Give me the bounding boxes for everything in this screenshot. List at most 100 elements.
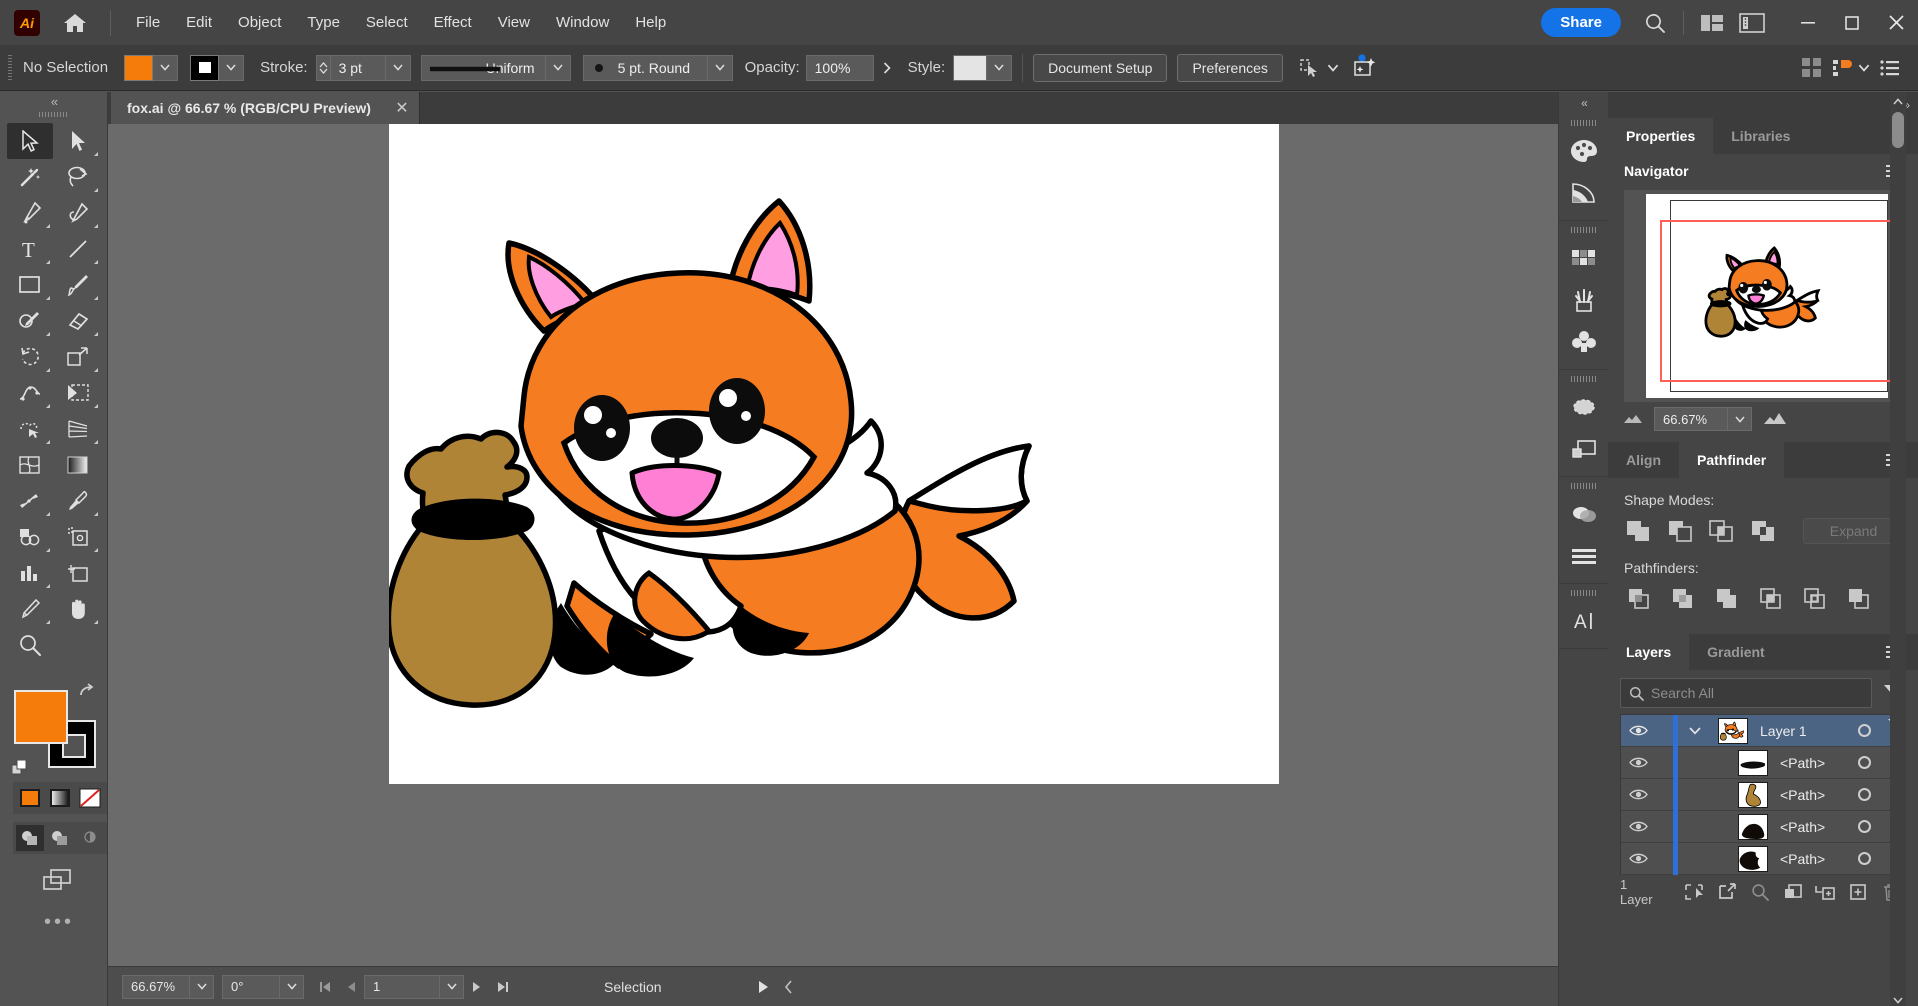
rail-grip-4[interactable] [1570,483,1597,489]
color-panel-icon[interactable] [1559,130,1609,172]
align-grid-icon[interactable] [1792,50,1832,86]
visibility-eye-icon[interactable] [1621,756,1655,769]
navigator-view-proxy[interactable] [1660,220,1902,382]
zoom-out-icon[interactable] [1622,411,1644,428]
menu-file[interactable]: File [123,9,173,36]
eyedropper-tool[interactable] [55,483,101,519]
menu-effect[interactable]: Effect [421,9,485,36]
status-expand-icon[interactable] [776,975,802,999]
layers-search-field[interactable]: Search All [1620,678,1872,708]
previous-artboard-icon[interactable] [338,975,364,999]
first-artboard-icon[interactable] [312,975,338,999]
color-guide-panel-icon[interactable] [1559,172,1609,214]
next-artboard-icon[interactable] [464,975,490,999]
document-tab[interactable]: fox.ai @ 66.67 % (RGB/CPU Preview) ✕ [111,92,420,124]
control-bar-menu-icon[interactable] [1870,50,1910,86]
search-icon[interactable] [1635,5,1675,41]
layers-panel-rail-icon[interactable] [1559,428,1609,470]
tab-align[interactable]: Align [1608,442,1679,478]
rotate-tool[interactable] [7,339,53,375]
artboard-dropdown-icon[interactable] [440,974,464,999]
blend-tool[interactable] [7,483,53,519]
zoom-level-input[interactable]: 66.67% [122,974,190,999]
fill-dropdown-chevron-icon[interactable] [153,54,179,81]
none-fill-button[interactable] [76,785,104,811]
tab-libraries[interactable]: Libraries [1713,118,1808,154]
tools-panel-collapse-icon[interactable]: « [0,92,107,110]
target-circle-icon[interactable] [1858,820,1871,833]
character-panel-icon[interactable]: A [1559,600,1609,642]
navigator-thumbnail[interactable] [1624,190,1902,402]
transparency-panel-icon[interactable] [1559,493,1609,535]
line-segment-tool[interactable] [55,231,101,267]
close-document-icon[interactable]: ✕ [385,92,419,124]
layers-scrollbar[interactable] [1890,92,1906,1006]
default-fill-stroke-icon[interactable] [11,759,30,778]
last-artboard-icon[interactable] [490,975,516,999]
pathfinder-intersect-button[interactable] [1706,516,1738,546]
graphic-style-control[interactable] [953,54,1013,81]
draw-inside-button[interactable] [76,825,104,851]
locate-object-icon[interactable] [1679,878,1710,906]
make-clipping-mask-icon[interactable] [1777,878,1808,906]
create-new-sublayer-icon[interactable] [1810,878,1841,906]
mesh-tool[interactable] [7,447,53,483]
target-circle-icon[interactable] [1858,724,1871,737]
brush-definition-control[interactable]: 5 pt. Round [582,54,733,81]
menu-help[interactable]: Help [622,9,679,36]
artboard-tool[interactable] [55,555,101,591]
minimize-button[interactable] [1786,0,1830,45]
layers-scroll-down-icon[interactable] [1890,997,1906,1004]
menu-edit[interactable]: Edit [173,9,225,36]
zoom-in-icon[interactable] [1762,410,1788,429]
select-similar-control[interactable] [1299,58,1339,78]
layer-name[interactable]: <Path> [1780,819,1825,835]
pathfinder-divide-button[interactable] [1622,584,1656,614]
layers-search-icon[interactable] [1744,878,1775,906]
menu-select[interactable]: Select [353,9,421,36]
rail-grip-3[interactable] [1570,376,1597,382]
control-bar-grip[interactable] [8,54,12,81]
paragraph-panel-icon[interactable] [1559,535,1609,577]
share-button[interactable]: Share [1541,8,1621,37]
align-options-control[interactable] [1832,58,1870,78]
stroke-weight-dropdown-icon[interactable] [385,54,411,81]
paintbrush-tool[interactable] [55,267,101,303]
layer-name[interactable]: <Path> [1780,787,1825,803]
pathfinder-expand-button[interactable]: Expand [1803,518,1904,544]
eraser-tool[interactable] [55,303,101,339]
fill-box[interactable] [14,690,68,744]
target-circle-icon[interactable] [1858,756,1871,769]
tab-layers[interactable]: Layers [1608,634,1690,670]
free-transform-tool[interactable] [55,375,101,411]
rail-grip-5[interactable] [1570,590,1597,596]
tools-panel-grip[interactable] [38,112,69,117]
stroke-weight-control[interactable]: 3 pt [315,54,411,81]
preferences-button[interactable]: Preferences [1177,53,1283,82]
maximize-button[interactable] [1830,0,1874,45]
graphic-style-dropdown-icon[interactable] [987,54,1013,81]
visibility-eye-icon[interactable] [1621,724,1655,737]
menu-object[interactable]: Object [225,9,294,36]
create-new-layer-icon[interactable] [1843,878,1874,906]
document-setup-button[interactable]: Document Setup [1033,53,1168,82]
menu-window[interactable]: Window [543,9,622,36]
magic-wand-tool[interactable] [7,159,53,195]
layer-name[interactable]: <Path> [1780,755,1825,771]
layers-scroll-up-icon[interactable] [1890,92,1906,110]
layer-name[interactable]: Layer 1 [1760,723,1807,739]
table-row[interactable]: <Path> [1621,810,1905,843]
swatches-panel-icon[interactable] [1559,237,1609,279]
gradient-fill-button[interactable] [46,785,74,811]
opacity-input[interactable]: 100% [805,54,874,81]
edit-toolbar-icon[interactable]: ••• [44,912,74,932]
arrange-documents-icon[interactable] [1692,5,1732,41]
release-to-layers-icon[interactable] [1712,878,1743,906]
curvature-tool[interactable] [55,195,101,231]
table-row[interactable]: <Path> [1621,778,1905,811]
tab-gradient[interactable]: Gradient [1689,634,1783,670]
shaper-tool[interactable] [7,303,53,339]
visibility-eye-icon[interactable] [1621,852,1655,865]
graphic-style-swatch[interactable] [953,54,988,81]
lasso-tool[interactable] [55,159,101,195]
